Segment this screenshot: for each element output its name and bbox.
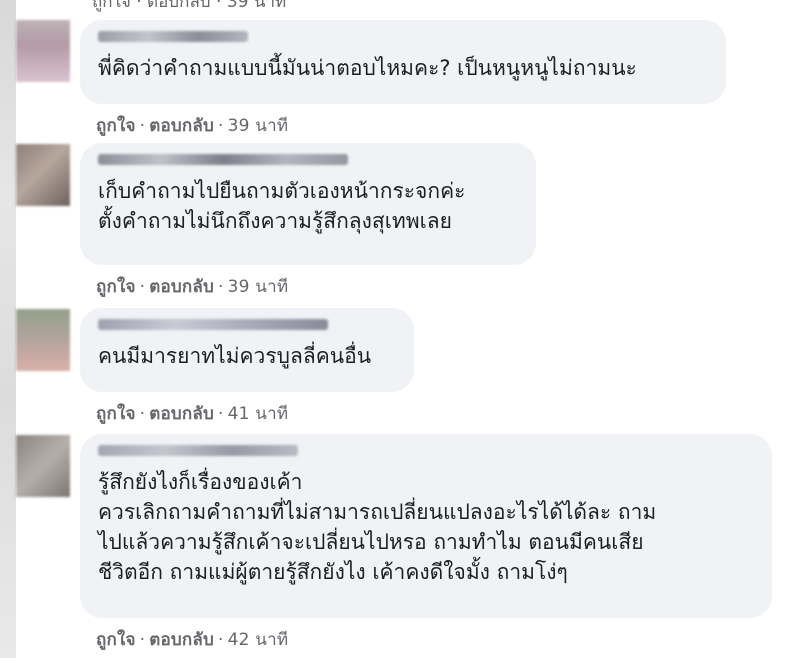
like-link[interactable]: ถูกใจ — [96, 116, 136, 136]
separator: · — [139, 404, 146, 424]
comment-actions: ถูกใจ · ตอบกลับ · 39 นาที — [96, 273, 288, 300]
reply-link[interactable]: ตอบกลับ — [149, 404, 214, 424]
separator: · — [218, 116, 224, 136]
comment-bubble: เก็บคำถามไปยืนถามตัวเองหน้ากระจกค่ะ ตั้ง… — [80, 143, 536, 265]
separator: · — [218, 277, 224, 297]
comment-bubble: พี่คิดว่าคำถามแบบนี้มันน่าตอบไหมคะ? เป็น… — [80, 20, 726, 104]
avatar[interactable] — [16, 144, 70, 206]
like-link[interactable]: ถูกใจ — [96, 630, 136, 650]
comment-text: พี่คิดว่าคำถามแบบนี้มันน่าตอบไหมคะ? เป็น… — [98, 56, 637, 80]
reply-link[interactable]: ตอบกลับ — [149, 116, 214, 136]
timestamp[interactable]: 39 นาที — [228, 277, 289, 297]
like-link[interactable]: ถูกใจ — [96, 404, 136, 424]
separator: · — [139, 277, 146, 297]
left-edge-strip — [0, 0, 16, 658]
author-name-blurred[interactable] — [98, 154, 348, 165]
comment-text: คนมีมารยาทไม่ควรบูลลี่คนอื่น — [98, 344, 372, 368]
comment-actions: ถูกใจ · ตอบกลับ · 41 นาที — [96, 400, 288, 427]
separator: · — [139, 116, 146, 136]
author-name-blurred[interactable] — [98, 445, 298, 456]
timestamp[interactable]: 41 นาที — [228, 404, 289, 424]
avatar[interactable] — [16, 435, 70, 497]
avatar[interactable] — [16, 309, 70, 371]
author-name-blurred[interactable] — [98, 31, 248, 42]
comment-bubble: คนมีมารยาทไม่ควรบูลลี่คนอื่น — [80, 308, 414, 392]
comment-actions: ถูกใจ · ตอบกลับ · 39 นาที — [96, 112, 288, 139]
separator: · — [218, 630, 224, 650]
reply-link[interactable]: ตอบกลับ — [149, 277, 214, 297]
previous-comment-meta-cut: ถูกใจ · ตอบกลับ · 39 นาที — [92, 0, 287, 12]
timestamp[interactable]: 39 นาที — [228, 116, 289, 136]
comment-bubble: รู้สึกยังไงก็เรื่องของเค้า ควรเลิกถามคำถ… — [80, 434, 772, 618]
timestamp[interactable]: 42 นาที — [228, 630, 289, 650]
author-name-blurred[interactable] — [98, 319, 328, 330]
like-link[interactable]: ถูกใจ — [96, 277, 136, 297]
reply-link[interactable]: ตอบกลับ — [149, 630, 214, 650]
separator: · — [139, 630, 146, 650]
separator: · — [218, 404, 224, 424]
comment-text: เก็บคำถามไปยืนถามตัวเองหน้ากระจกค่ะ ตั้ง… — [98, 179, 466, 233]
comment-actions: ถูกใจ · ตอบกลับ · 42 นาที — [96, 626, 288, 653]
avatar[interactable] — [16, 20, 70, 82]
comment-text: รู้สึกยังไงก็เรื่องของเค้า ควรเลิกถามคำถ… — [98, 470, 657, 584]
